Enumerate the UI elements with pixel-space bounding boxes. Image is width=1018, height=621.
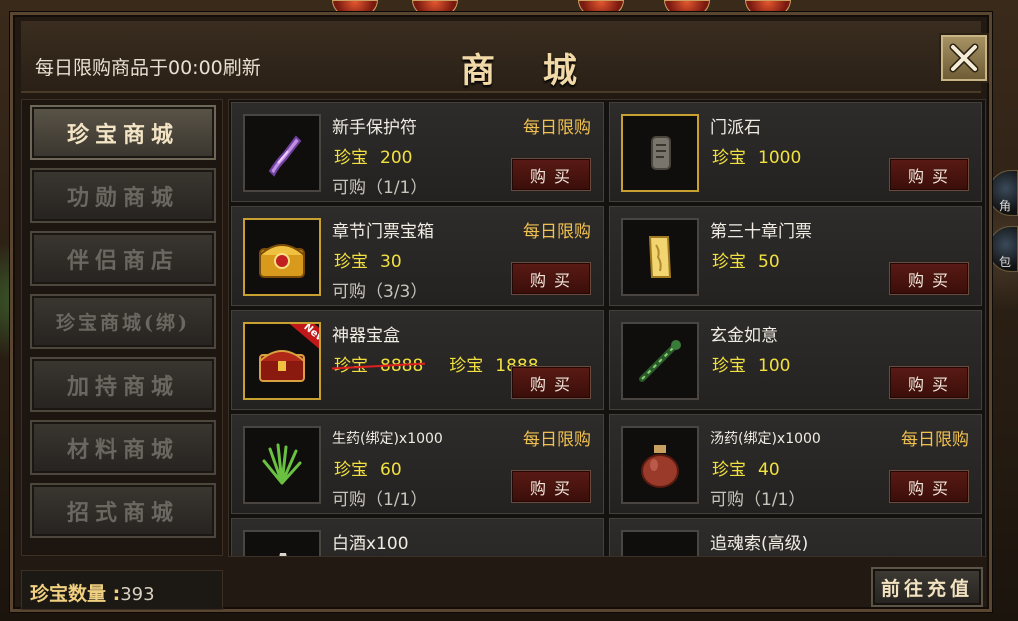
- buy-button[interactable]: 购买: [511, 366, 591, 399]
- item-name: 玄金如意: [710, 326, 778, 346]
- currency-label: 珍宝: [334, 252, 368, 272]
- daily-limit-tag: 每日限购: [523, 430, 591, 450]
- currency-label: 珍宝: [334, 460, 368, 480]
- buy-button[interactable]: 购买: [889, 158, 969, 191]
- buy-button[interactable]: 购买: [889, 470, 969, 503]
- price-row: 珍宝 40: [712, 455, 780, 480]
- purchase-quota: 可购（3/3）: [332, 282, 428, 302]
- item-price: 1000: [758, 148, 802, 168]
- item-name: 门派石: [710, 118, 761, 138]
- item-price: 60: [380, 460, 402, 480]
- product-card: 章节门票宝箱 每日限购 珍宝 30 可购（3/3） 购买: [231, 206, 604, 306]
- purchase-quota: 可购（1/1）: [710, 490, 806, 510]
- sidebar-item-blessing-shop[interactable]: 加持商城: [30, 357, 216, 412]
- refresh-note: 每日限购商品于00:00刷新: [35, 57, 261, 79]
- sidebar-item-merit-shop[interactable]: 功勋商城: [30, 168, 216, 223]
- shop-window: 每日限购商品于00:00刷新 商 城 珍宝商城 功勋商城 伴侣商店 珍宝商城(绑…: [10, 12, 992, 612]
- daily-limit-tag: 每日限购: [901, 430, 969, 450]
- price-row: 珍宝8888珍宝1888: [334, 351, 539, 376]
- title-bar: 每日限购商品于00:00刷新 商 城: [21, 21, 989, 93]
- item-name: 追魂索(高级): [710, 534, 809, 554]
- product-card: 白酒x100: [231, 518, 604, 556]
- gold-chest-icon[interactable]: [243, 218, 321, 296]
- close-icon: [949, 43, 979, 73]
- sidebar-item-material-shop[interactable]: 材料商城: [30, 420, 216, 475]
- item-name: 第三十章门票: [710, 222, 812, 242]
- product-card: 汤药(绑定)x1000 每日限购 珍宝 40 可购（1/1） 购买: [609, 414, 982, 514]
- daily-limit-tag: 每日限购: [523, 222, 591, 242]
- currency-label: 珍宝: [712, 356, 746, 376]
- window-title: 商 城: [461, 51, 595, 91]
- item-price: 50: [758, 252, 780, 272]
- ruyi-icon[interactable]: [621, 322, 699, 400]
- sidebar-item-skill-shop[interactable]: 招式商城: [30, 483, 216, 538]
- original-price-value: 8888: [380, 356, 424, 376]
- price-row: 珍宝 50: [712, 247, 780, 272]
- currency-label: 珍宝: [712, 460, 746, 480]
- item-name: 新手保护符: [332, 118, 417, 138]
- price-row: 珍宝 30: [334, 247, 402, 272]
- product-card: 门派石 珍宝 1000 购买: [609, 102, 982, 202]
- product-card: New 神器宝盒 珍宝8888珍宝1888 购买: [231, 310, 604, 410]
- price-row: 珍宝 1000: [712, 143, 801, 168]
- currency-label: 珍宝: [334, 148, 368, 168]
- sidebar-item-treasure-shop[interactable]: 珍宝商城: [30, 105, 216, 160]
- balance-label: 珍宝数量 :: [30, 583, 121, 605]
- item-price: 40: [758, 460, 780, 480]
- potion-jar-icon[interactable]: [621, 426, 699, 504]
- scroll-icon[interactable]: [243, 114, 321, 192]
- sidebar-item-treasure-shop-bound[interactable]: 珍宝商城(绑): [30, 294, 216, 349]
- character-button[interactable]: 角: [988, 170, 1018, 216]
- herb-icon[interactable]: [243, 426, 321, 504]
- purchase-quota: 可购（1/1）: [332, 490, 428, 510]
- product-card: 玄金如意 珍宝 100 购买: [609, 310, 982, 410]
- original-price: 珍宝 8888: [334, 356, 423, 376]
- sidebar-item-companion-shop[interactable]: 伴侣商店: [30, 231, 216, 286]
- item-name: 章节门票宝箱: [332, 222, 434, 242]
- item-price: 30: [380, 252, 402, 272]
- price-row: 珍宝 100: [712, 351, 790, 376]
- price-row: 珍宝 200: [334, 143, 412, 168]
- right-side-buttons: 角 包: [988, 170, 1018, 290]
- product-card: 第三十章门票 珍宝 50 购买: [609, 206, 982, 306]
- currency-label: 珍宝: [712, 252, 746, 272]
- currency-label: 珍宝: [449, 356, 484, 376]
- red-chest-icon[interactable]: New: [243, 322, 321, 400]
- product-card: 追魂索(高级): [609, 518, 982, 556]
- item-name: 神器宝盒: [332, 326, 400, 346]
- buy-button[interactable]: 购买: [889, 262, 969, 295]
- item-name: 汤药(绑定)x1000: [710, 431, 821, 447]
- daily-limit-tag: 每日限购: [523, 118, 591, 138]
- rope-icon[interactable]: [621, 530, 699, 556]
- original-currency-label: 珍宝: [334, 356, 368, 376]
- item-price: 200: [380, 148, 413, 168]
- product-card: 生药(绑定)x1000 每日限购 珍宝 60 可购（1/1） 购买: [231, 414, 604, 514]
- currency-label: 珍宝: [712, 148, 746, 168]
- buy-button[interactable]: 购买: [511, 158, 591, 191]
- product-card: 新手保护符 每日限购 珍宝 200 可购（1/1） 购买: [231, 102, 604, 202]
- buy-button[interactable]: 购买: [511, 262, 591, 295]
- balance-value: 393: [120, 584, 155, 605]
- price-row: 珍宝 60: [334, 455, 402, 480]
- purchase-quota: 可购（1/1）: [332, 178, 428, 198]
- item-price: 100: [758, 356, 791, 376]
- wine-icon[interactable]: [243, 530, 321, 556]
- buy-button[interactable]: 购买: [889, 366, 969, 399]
- buy-button[interactable]: 购买: [511, 470, 591, 503]
- close-button[interactable]: [939, 33, 989, 83]
- stone-tablet-icon[interactable]: [621, 114, 699, 192]
- item-name: 生药(绑定)x1000: [332, 431, 443, 447]
- bag-button[interactable]: 包: [988, 226, 1018, 272]
- recharge-button[interactable]: 前往充值: [871, 567, 983, 607]
- item-name: 白酒x100: [332, 534, 409, 554]
- category-sidebar: 珍宝商城 功勋商城 伴侣商店 珍宝商城(绑) 加持商城 材料商城 招式商城: [21, 99, 223, 556]
- treasure-balance: 珍宝数量 :393: [21, 570, 223, 610]
- ticket-icon[interactable]: [621, 218, 699, 296]
- product-grid: 新手保护符 每日限购 珍宝 200 可购（1/1） 购买 门派石 珍宝 1000 购…: [228, 99, 986, 557]
